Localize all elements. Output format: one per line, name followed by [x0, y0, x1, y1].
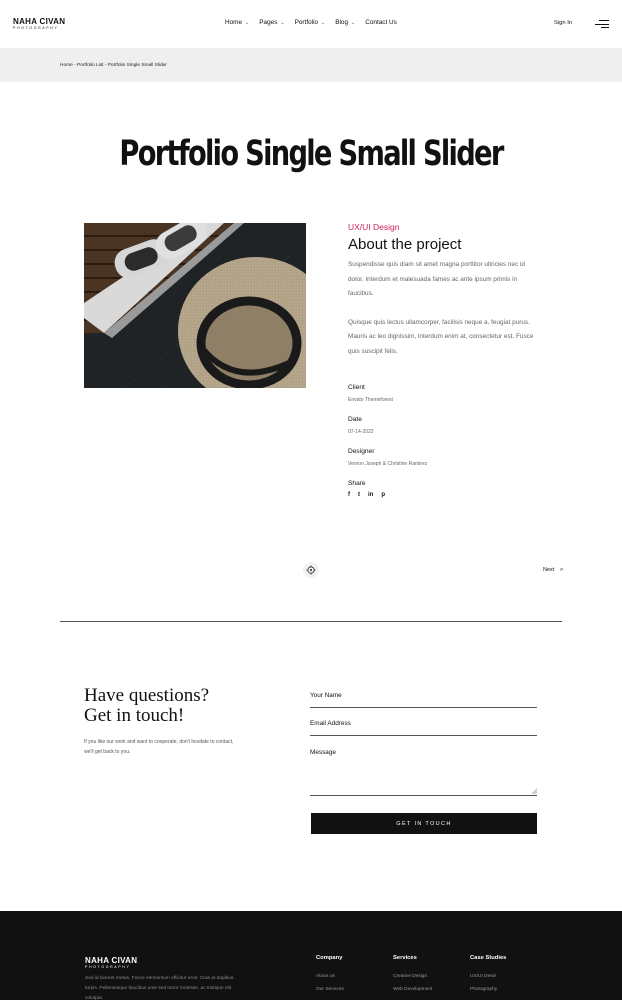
footer-brand-name: NAHA CIVAN	[85, 956, 138, 965]
footer-column-title: Case Studies	[470, 955, 507, 961]
next-project-link[interactable]: Next >	[543, 567, 563, 573]
sign-in-link[interactable]: Sign In	[554, 20, 572, 26]
nav-item-label: Blog	[335, 19, 349, 26]
meta-value: 07-14-2022	[348, 429, 374, 435]
contact-heading-line-2: Get in touch!	[84, 705, 185, 726]
footer-column-services: Services Creative Design Web Development	[393, 955, 432, 996]
brand-logo[interactable]: NAHA CIVAN PHOTOGRAPHY	[13, 17, 65, 31]
contact-text: If you like our work and want to coopera…	[84, 739, 234, 755]
linkedin-icon[interactable]: in	[368, 492, 373, 498]
footer-logo[interactable]: NAHA CIVAN PHOTOGRAPHY	[85, 956, 137, 970]
meta-client: Client Envato Themeforest	[348, 384, 393, 403]
footer-link[interactable]: Creative Design	[393, 970, 432, 983]
footer-column-company: Company About us Our Services	[316, 955, 344, 996]
footer-column-title: Company	[316, 955, 343, 961]
project-info: UX/UI Design About the project Suspendis…	[348, 222, 548, 359]
nav-item-portfolio[interactable]: Portfolio ⌄	[295, 19, 326, 26]
meta-value: Envato Themeforest	[348, 397, 393, 403]
footer-text: Sed id laoreet metus. Fusce elementum ef…	[85, 976, 234, 1000]
site-header: NAHA CIVAN PHOTOGRAPHY Home ⌄ Pages ⌄ Po…	[0, 0, 622, 48]
grid-icon	[306, 565, 316, 575]
nav-item-pages[interactable]: Pages ⌄	[259, 19, 284, 26]
nav-item-label: Contact Us	[365, 19, 397, 26]
nav-item-label: Portfolio	[294, 19, 319, 26]
chevron-down-icon: ⌄	[245, 19, 250, 26]
next-label: Next	[543, 567, 555, 573]
footer-brand-tagline: PHOTOGRAPHY	[85, 965, 131, 969]
footer-link[interactable]: Photography	[470, 983, 506, 996]
section-divider	[60, 621, 562, 622]
breadcrumb[interactable]: Home - Portfolio List - Portfolio Single…	[60, 63, 167, 68]
email-field-label: Email Address	[310, 720, 351, 727]
footer-link[interactable]: Web Development	[393, 983, 432, 996]
hamburger-icon[interactable]	[595, 19, 609, 29]
about-paragraph-1: Suspendisse quis diam sit amet magna por…	[348, 261, 525, 297]
portfolio-grid-button[interactable]	[303, 562, 319, 578]
footer-column-title: Services	[393, 955, 417, 961]
meta-share: Share f t in p	[348, 480, 385, 498]
share-icons: f t in p	[348, 492, 385, 498]
nav-item-contact[interactable]: Contact Us	[365, 19, 397, 26]
name-field-label: Your Name	[310, 692, 342, 699]
project-category[interactable]: UX/UI Design	[348, 222, 548, 233]
contact-heading: Have questions? Get in touch!	[84, 686, 209, 726]
footer-link[interactable]: Our Services	[316, 983, 344, 996]
meta-label: Date	[348, 416, 362, 423]
brand-name: NAHA CIVAN	[13, 17, 66, 26]
chevron-right-icon: >	[559, 567, 564, 573]
meta-value: Vernon Joseph & Christine Ramirez	[348, 461, 428, 467]
contact-heading-line-1: Have questions?	[84, 685, 210, 706]
footer-link[interactable]: About us	[316, 970, 344, 983]
page-title: Portfolio Single Small Slider	[119, 134, 504, 174]
resize-handle-icon[interactable]	[532, 789, 537, 794]
breadcrumb-bar: Home - Portfolio List - Portfolio Single…	[0, 48, 622, 82]
twitter-icon[interactable]: t	[358, 492, 360, 498]
project-image	[84, 223, 306, 388]
chevron-down-icon: ⌄	[351, 19, 356, 26]
message-field-label: Message	[310, 749, 336, 756]
chevron-down-icon: ⌄	[280, 19, 285, 26]
facebook-icon[interactable]: f	[348, 492, 350, 498]
site-footer: NAHA CIVAN PHOTOGRAPHY Sed id laoreet me…	[0, 911, 622, 1000]
main-nav: Home ⌄ Pages ⌄ Portfolio ⌄ Blog ⌄ Contac…	[225, 19, 407, 26]
meta-date: Date 07-14-2022	[348, 416, 374, 435]
get-in-touch-button[interactable]: GET IN TOUCH	[311, 813, 537, 834]
meta-designer: Designer Vernon Joseph & Christine Ramir…	[348, 448, 427, 467]
name-field[interactable]: Your Name	[310, 692, 537, 708]
nav-item-label: Pages	[259, 19, 278, 26]
nav-item-home[interactable]: Home ⌄	[225, 19, 249, 26]
email-field[interactable]: Email Address	[310, 720, 537, 736]
footer-column-case-studies: Case Studies UX/UI Desin Photography	[470, 955, 506, 996]
meta-label: Client	[348, 384, 365, 391]
footer-link[interactable]: UX/UI Desin	[470, 970, 506, 983]
meta-label: Designer	[348, 448, 375, 455]
nav-item-blog[interactable]: Blog ⌄	[335, 19, 355, 26]
about-heading: About the project	[348, 236, 462, 253]
nav-item-label: Home	[225, 19, 243, 26]
message-field[interactable]: Message	[310, 749, 537, 796]
brand-tagline: PHOTOGRAPHY	[13, 26, 59, 30]
chevron-down-icon: ⌄	[321, 19, 326, 26]
pinterest-icon[interactable]: p	[381, 492, 385, 498]
meta-label: Share	[348, 480, 366, 487]
about-paragraph-2: Quisque quis lectus ullamcorper, facilis…	[348, 318, 534, 355]
